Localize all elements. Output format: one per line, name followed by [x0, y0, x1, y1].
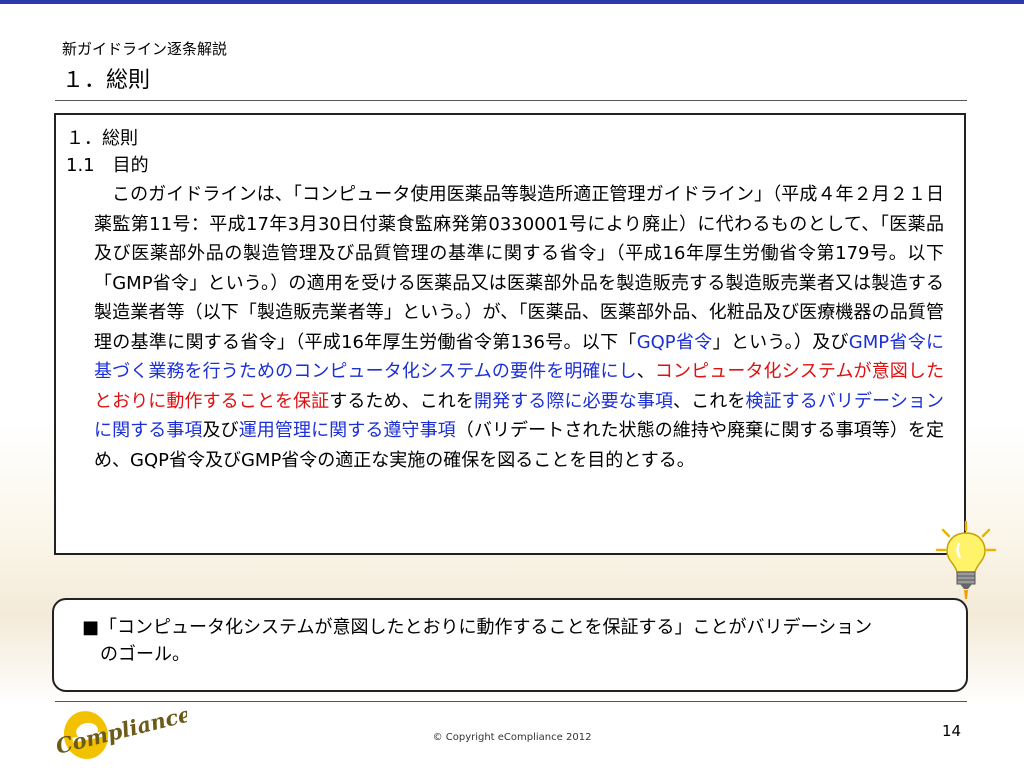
section-heading: １．総則 [66, 128, 138, 149]
purpose-paragraph: このガイドラインは、「コンピュータ使用医薬品等製造所適正管理ガイドライン」（平成… [94, 180, 944, 475]
goal-callout-box: ■「コンピュータ化システムが意図したとおりに動作することを保証する」ことがバリデ… [52, 598, 968, 692]
text-segment: このガイドラインは、「コンピュータ使用医薬品等製造所適正管理ガイドライン」（平成… [94, 184, 944, 353]
text-segment-highlight: GQP省令 [636, 331, 713, 353]
text-segment-highlight: 運用管理に関する遵守事項 [238, 420, 456, 441]
text-segment: 、 [636, 361, 655, 382]
text-segment-highlight: 開発する際に必要な事項 [474, 390, 674, 412]
top-accent-bar [0, 0, 1024, 4]
header-divider [55, 100, 967, 101]
slide-title: １．総則 [62, 68, 151, 93]
text-segment: するため、これを [329, 390, 474, 412]
slide-pre-title: 新ガイドライン逐条解説 [62, 40, 228, 58]
text-segment: 、これを [673, 390, 746, 412]
subsection-heading: 1.1 目的 [66, 155, 149, 176]
goal-statement: ■「コンピュータ化システムが意図したとおりに動作することを保証する」ことがバリデ… [82, 617, 873, 638]
guideline-text-box: １．総則 1.1 目的 このガイドラインは、「コンピュータ使用医薬品等製造所適正… [54, 113, 966, 555]
lightbulb-icon [935, 520, 997, 599]
text-segment: 及び [202, 420, 239, 441]
copyright-notice: © Copyright eCompliance 2012 [432, 732, 592, 743]
text-segment: 」という。）及び [712, 331, 849, 353]
footer-divider [55, 701, 967, 702]
page-number: 14 [942, 722, 962, 740]
goal-statement-continued: のゴール。 [100, 644, 190, 665]
